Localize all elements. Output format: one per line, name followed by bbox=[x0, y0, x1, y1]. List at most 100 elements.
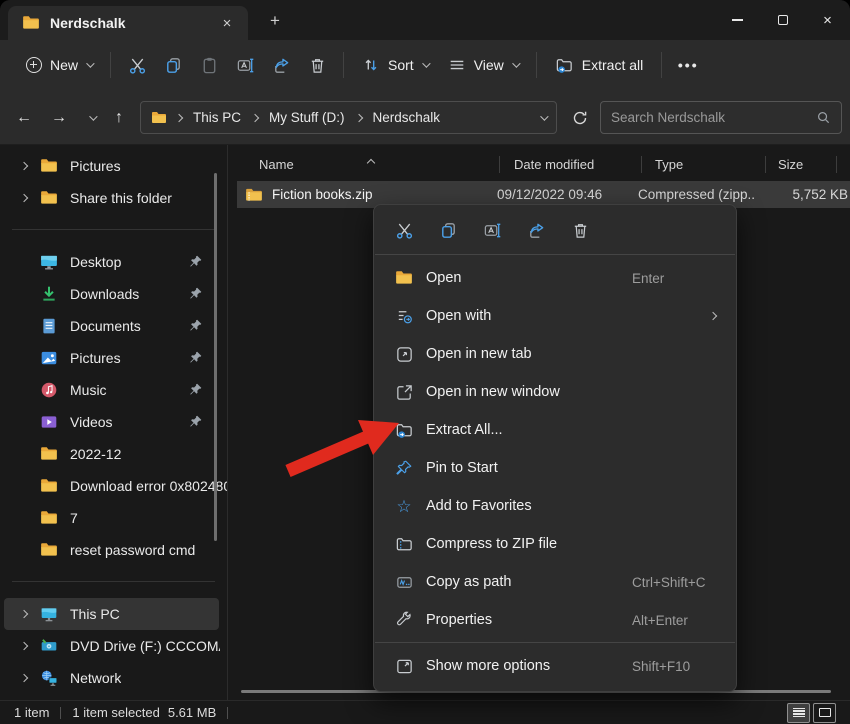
sidebar-label: 2022-12 bbox=[70, 446, 121, 462]
large-icons-view-button[interactable] bbox=[813, 703, 836, 723]
close-button[interactable]: × bbox=[805, 0, 850, 40]
see-more-button[interactable]: ••• bbox=[670, 48, 706, 82]
minimize-icon bbox=[732, 19, 743, 20]
sidebar-label: Music bbox=[70, 382, 107, 398]
refresh-button[interactable] bbox=[566, 104, 594, 132]
search-input[interactable] bbox=[611, 110, 816, 125]
new-button[interactable]: New bbox=[16, 50, 102, 80]
address-dropdown-icon[interactable] bbox=[540, 112, 548, 120]
sidebar-item-this-pc[interactable]: This PC bbox=[4, 598, 219, 630]
maximize-button[interactable] bbox=[760, 0, 805, 40]
sidebar-item-network[interactable]: Network bbox=[0, 662, 227, 694]
menu-item-copy-as-path[interactable]: Copy as path Ctrl+Shift+C bbox=[378, 563, 732, 601]
column-separator[interactable] bbox=[836, 156, 837, 173]
paste-button[interactable] bbox=[191, 48, 227, 82]
menu-item-open-in-new-window[interactable]: Open in new window bbox=[378, 373, 732, 411]
menu-item-extract-all[interactable]: Extract All... bbox=[378, 411, 732, 449]
chevron-down-icon bbox=[86, 59, 94, 67]
menu-item-show-more-options[interactable]: Show more options Shift+F10 bbox=[378, 647, 732, 685]
sort-label: Sort bbox=[388, 57, 414, 73]
sidebar-item-dvd-drive[interactable]: DVD Drive (F:) CCCOMA_X64 bbox=[0, 630, 227, 662]
menu-divider bbox=[375, 642, 735, 643]
up-button[interactable]: ↑ bbox=[105, 104, 133, 132]
breadcrumb-drive[interactable]: My Stuff (D:) bbox=[267, 108, 347, 127]
chevron-right-icon[interactable] bbox=[16, 611, 32, 617]
delete-button[interactable] bbox=[299, 48, 335, 82]
rename-button[interactable] bbox=[472, 213, 512, 247]
search-box bbox=[600, 101, 842, 134]
tab-bar: Nerdschalk × + × bbox=[0, 0, 850, 40]
menu-divider bbox=[375, 254, 735, 255]
sidebar-item-documents[interactable]: Documents bbox=[0, 310, 227, 342]
sidebar-item-download-error[interactable]: Download error 0x80248007 bbox=[0, 470, 227, 502]
column-size[interactable]: Size bbox=[778, 157, 803, 172]
menu-item-compress-to-zip[interactable]: Compress to ZIP file bbox=[378, 525, 732, 563]
chevron-right-icon[interactable] bbox=[16, 643, 32, 649]
chevron-right-icon[interactable] bbox=[16, 195, 32, 201]
back-button[interactable]: ← bbox=[10, 104, 38, 132]
recent-locations-button[interactable] bbox=[78, 104, 106, 132]
copy-button[interactable] bbox=[428, 213, 468, 247]
sidebar-item-reset-password-cmd[interactable]: reset password cmd bbox=[0, 534, 227, 566]
sidebar-scrollbar[interactable] bbox=[214, 173, 217, 541]
chevron-right-icon[interactable] bbox=[16, 163, 32, 169]
tab-close-icon[interactable]: × bbox=[216, 12, 238, 34]
menu-label: Extract All... bbox=[426, 422, 503, 438]
sidebar-item-downloads[interactable]: Downloads bbox=[0, 278, 227, 310]
sidebar-item-share-this-folder[interactable]: Share this folder bbox=[0, 182, 227, 214]
rename-button[interactable] bbox=[227, 48, 263, 82]
menu-label: Open bbox=[426, 270, 461, 286]
menu-item-open-with[interactable]: Open with bbox=[378, 297, 732, 335]
forward-button[interactable]: → bbox=[45, 104, 73, 132]
sidebar-item-music[interactable]: Music bbox=[0, 374, 227, 406]
column-type[interactable]: Type bbox=[655, 157, 683, 172]
new-tab-button[interactable]: + bbox=[263, 9, 287, 33]
new-window-icon bbox=[394, 382, 414, 402]
breadcrumb[interactable]: This PC My Stuff (D:) Nerdschalk bbox=[140, 101, 557, 134]
pin-icon bbox=[188, 254, 203, 269]
tab-nerdschalk[interactable]: Nerdschalk × bbox=[8, 6, 248, 40]
music-icon bbox=[40, 381, 58, 399]
file-name: Fiction books.zip bbox=[272, 187, 497, 202]
cut-button[interactable] bbox=[384, 213, 424, 247]
column-date-modified[interactable]: Date modified bbox=[514, 157, 594, 172]
sidebar-item-desktop[interactable]: Desktop bbox=[0, 246, 227, 278]
share-button[interactable] bbox=[516, 213, 556, 247]
cut-button[interactable] bbox=[119, 48, 155, 82]
breadcrumb-this-pc[interactable]: This PC bbox=[191, 108, 243, 127]
column-separator[interactable] bbox=[641, 156, 642, 173]
submenu-chevron-icon bbox=[709, 312, 717, 320]
share-button[interactable] bbox=[263, 48, 299, 82]
extract-all-icon bbox=[394, 420, 414, 440]
sidebar-item-2022-12[interactable]: 2022-12 bbox=[0, 438, 227, 470]
extract-all-button[interactable]: Extract all bbox=[545, 49, 653, 82]
search-icon bbox=[816, 110, 831, 125]
pin-icon bbox=[188, 318, 203, 333]
chevron-down-icon bbox=[89, 112, 97, 120]
pin-icon bbox=[188, 350, 203, 365]
chevron-right-icon[interactable] bbox=[16, 675, 32, 681]
view-button[interactable]: View bbox=[438, 49, 528, 81]
sidebar-item-videos[interactable]: Videos bbox=[0, 406, 227, 438]
large-icons-view-icon bbox=[819, 708, 831, 717]
column-separator[interactable] bbox=[499, 156, 500, 173]
chevron-right-icon bbox=[175, 114, 183, 122]
menu-item-open[interactable]: Open Enter bbox=[378, 259, 732, 297]
pin-to-start-icon bbox=[394, 458, 414, 478]
delete-icon bbox=[308, 56, 327, 75]
details-view-button[interactable] bbox=[787, 703, 810, 723]
sidebar-item-7[interactable]: 7 bbox=[0, 502, 227, 534]
sort-button[interactable]: Sort bbox=[352, 49, 438, 81]
minimize-button[interactable] bbox=[715, 0, 760, 40]
menu-item-properties[interactable]: Properties Alt+Enter bbox=[378, 601, 732, 639]
menu-item-add-to-favorites[interactable]: ☆ Add to Favorites bbox=[378, 487, 732, 525]
menu-item-open-in-new-tab[interactable]: Open in new tab bbox=[378, 335, 732, 373]
breadcrumb-folder[interactable]: Nerdschalk bbox=[371, 108, 443, 127]
copy-button[interactable] bbox=[155, 48, 191, 82]
sidebar-item-pictures-tree[interactable]: Pictures bbox=[0, 150, 227, 182]
sidebar-item-pictures[interactable]: Pictures bbox=[0, 342, 227, 374]
column-separator[interactable] bbox=[765, 156, 766, 173]
delete-button[interactable] bbox=[560, 213, 600, 247]
menu-item-pin-to-start[interactable]: Pin to Start bbox=[378, 449, 732, 487]
column-name[interactable]: Name bbox=[259, 157, 294, 172]
